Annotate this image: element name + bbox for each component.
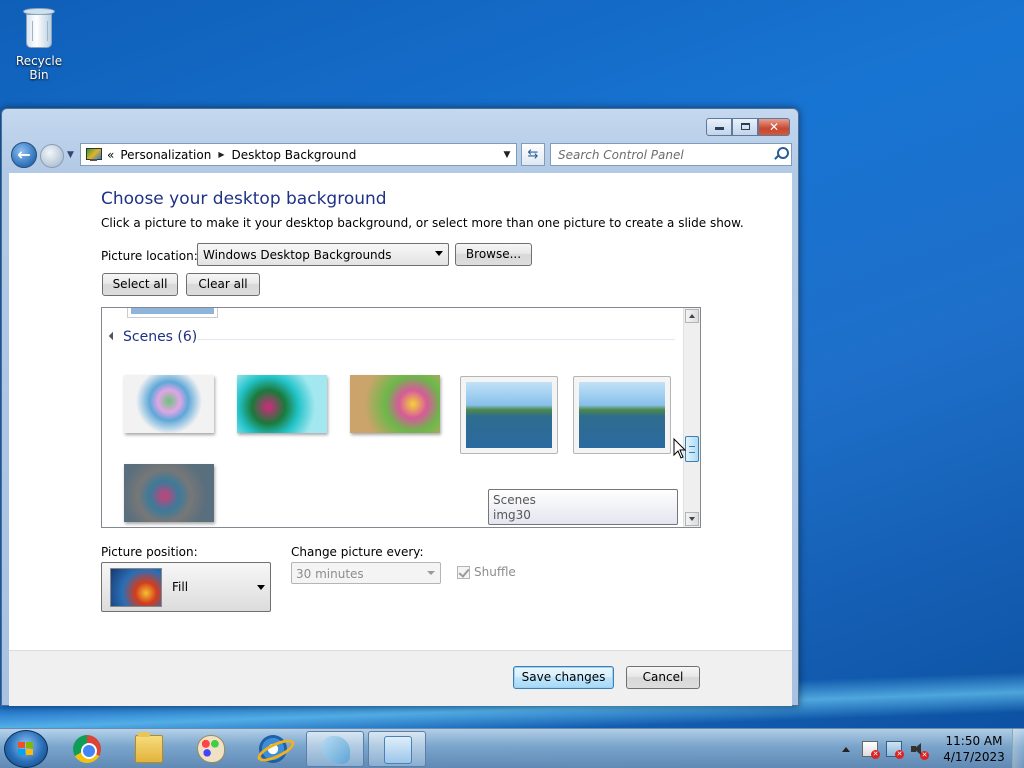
- scroll-down-button[interactable]: [685, 512, 699, 526]
- recent-pages-dropdown[interactable]: ▼: [67, 150, 74, 160]
- cancel-button[interactable]: Cancel: [626, 666, 700, 689]
- search-input[interactable]: [551, 144, 761, 165]
- thumbnail-scene-5[interactable]: [573, 376, 671, 454]
- thumbnail-scene-1[interactable]: [124, 375, 214, 433]
- system-clock[interactable]: 11:50 AM 4/17/2023: [934, 733, 1014, 765]
- volume-muted-icon[interactable]: ✕: [910, 741, 929, 760]
- shuffle-label: Shuffle: [474, 565, 516, 579]
- page-description: Click a picture to make it your desktop …: [101, 216, 744, 230]
- paint-palette-icon: [197, 735, 225, 763]
- group-title[interactable]: Scenes (6): [123, 329, 197, 345]
- breadcrumb-personalization[interactable]: Personalization: [120, 148, 211, 162]
- action-center-icon[interactable]: ✕: [862, 741, 880, 759]
- windows-logo-icon: [18, 742, 34, 756]
- breadcrumb-overflow[interactable]: «: [107, 148, 114, 162]
- content-pane: Choose your desktop background Click a p…: [9, 173, 792, 650]
- taskbar-ie-button[interactable]: [244, 731, 302, 767]
- internet-explorer-icon: [259, 735, 287, 763]
- page-title: Choose your desktop background: [101, 189, 387, 209]
- change-picture-label: Change picture every:: [291, 545, 424, 559]
- taskbar: ✕ ✕ ✕ 11:50 AM 4/17/2023: [0, 728, 1024, 768]
- address-bar[interactable]: « Personalization ▶ Desktop Background ▼: [80, 143, 517, 166]
- scroll-thumb[interactable]: [685, 436, 699, 462]
- forward-button[interactable]: [40, 144, 64, 168]
- clock-date: 4/17/2023: [943, 750, 1005, 764]
- maximize-button[interactable]: [732, 118, 758, 136]
- clock-time: 11:50 AM: [945, 734, 1003, 748]
- picture-gallery: Scenes (6) Scenes img30: [101, 307, 701, 528]
- thumbnail-scene-4[interactable]: [460, 376, 558, 454]
- clear-all-button[interactable]: Clear all: [186, 273, 260, 296]
- browse-button[interactable]: Browse...: [455, 243, 532, 266]
- chevron-down-icon: [427, 571, 435, 575]
- checkbox-checked-icon: [457, 565, 470, 579]
- picture-position-value: Fill: [172, 580, 189, 594]
- save-changes-button[interactable]: Save changes: [513, 666, 614, 689]
- address-dropdown-icon[interactable]: ▼: [498, 150, 516, 160]
- notification-area: ✕ ✕ ✕: [842, 729, 934, 768]
- dolphin-icon: [322, 736, 350, 764]
- chevron-down-icon: [257, 585, 265, 590]
- show-hidden-icons-button[interactable]: [842, 746, 850, 752]
- chevron-down-icon: [435, 251, 443, 256]
- select-all-button[interactable]: Select all: [102, 273, 178, 296]
- tooltip-line-2: img30: [493, 508, 531, 522]
- picture-location-label: Picture location:: [101, 249, 198, 263]
- taskbar-control-panel-button[interactable]: [368, 731, 426, 767]
- search-box: [550, 143, 792, 166]
- close-button[interactable]: ✕: [758, 118, 790, 136]
- recycle-bin-icon: [21, 6, 57, 50]
- back-arrow-icon: ←: [17, 145, 31, 164]
- minimize-button[interactable]: [706, 118, 732, 136]
- shuffle-checkbox[interactable]: Shuffle: [457, 565, 516, 579]
- gallery-scrollbar[interactable]: [683, 308, 700, 527]
- refresh-button[interactable]: ⇆: [521, 143, 545, 166]
- picture-location-value: Windows Desktop Backgrounds: [203, 248, 392, 262]
- taskbar-dolphin-button[interactable]: [306, 731, 364, 767]
- folder-icon: [135, 732, 163, 763]
- control-panel-icon: [384, 736, 412, 764]
- desktop-background-window: ✕ ← ▼ « Personalization ▶ Desktop Backgr…: [1, 108, 799, 706]
- taskbar-explorer-button[interactable]: [120, 731, 178, 767]
- scroll-up-button[interactable]: [685, 309, 699, 323]
- start-button[interactable]: [4, 730, 48, 768]
- network-icon[interactable]: ✕: [886, 741, 904, 759]
- chrome-icon: [73, 735, 101, 763]
- thumbnail-tooltip: Scenes img30: [488, 489, 678, 525]
- breadcrumb-desktop-background[interactable]: Desktop Background: [231, 148, 356, 162]
- position-preview-image: [110, 568, 162, 607]
- navigation-bar: ← ▼ « Personalization ▶ Desktop Backgrou…: [10, 142, 792, 168]
- picture-location-select[interactable]: Windows Desktop Backgrounds: [197, 243, 449, 266]
- taskbar-paint-button[interactable]: [182, 731, 240, 767]
- change-picture-select[interactable]: 30 minutes: [291, 562, 441, 584]
- picture-position-select[interactable]: Fill: [101, 562, 271, 612]
- refresh-icon: ⇆: [527, 147, 539, 162]
- previous-group-thumbnail[interactable]: [127, 308, 218, 318]
- control-panel-icon: [85, 147, 103, 163]
- breadcrumb-separator-icon[interactable]: ▶: [218, 150, 224, 159]
- thumbnail-scene-3[interactable]: [350, 375, 440, 433]
- taskbar-chrome-button[interactable]: [58, 731, 116, 767]
- show-desktop-button[interactable]: [1012, 729, 1024, 768]
- tooltip-line-1: Scenes: [493, 493, 536, 507]
- group-divider: [197, 339, 675, 340]
- search-icon[interactable]: [773, 147, 789, 161]
- collapse-group-icon[interactable]: [110, 333, 117, 340]
- recycle-bin-desktop-icon[interactable]: Recycle Bin: [6, 6, 72, 82]
- thumbnail-scene-2[interactable]: [237, 375, 327, 433]
- back-button[interactable]: ←: [11, 142, 37, 168]
- change-picture-value: 30 minutes: [296, 567, 364, 581]
- thumbnail-scene-6[interactable]: [124, 464, 214, 522]
- recycle-bin-label: Recycle Bin: [15, 54, 63, 82]
- window-footer: Save changes Cancel: [9, 650, 792, 706]
- picture-position-label: Picture position:: [101, 545, 198, 559]
- caption-buttons: ✕: [706, 118, 790, 136]
